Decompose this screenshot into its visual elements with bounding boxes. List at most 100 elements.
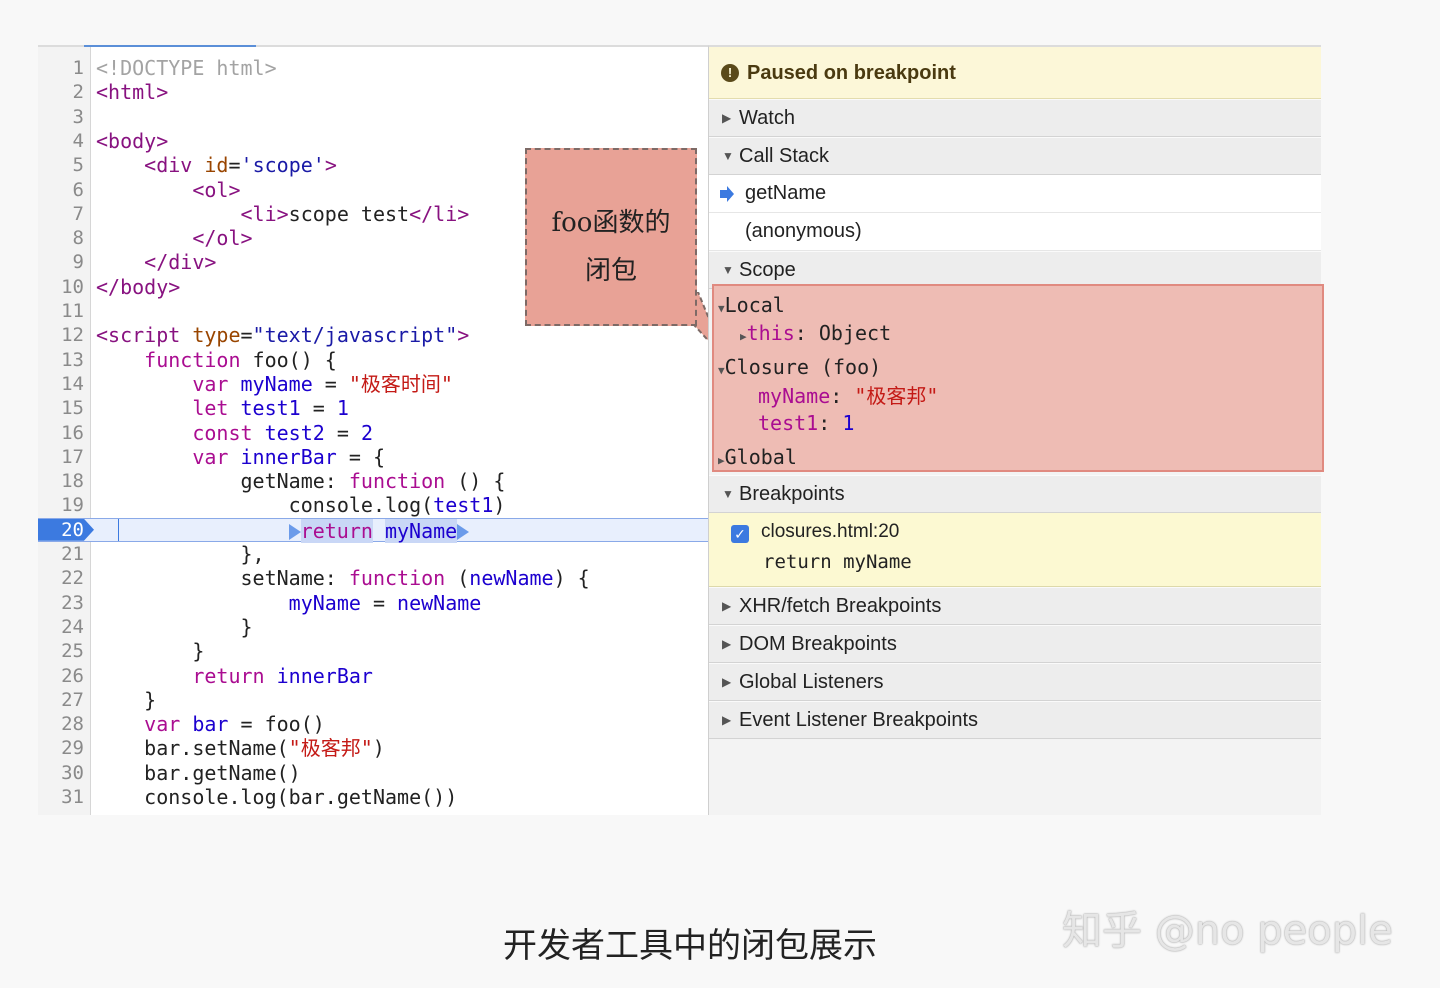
line-number[interactable]: 8 (38, 226, 84, 250)
scope-this[interactable]: ▶this: Object (740, 320, 891, 350)
line-number[interactable]: 18 (38, 469, 84, 493)
inline-breakpoint-icon[interactable] (288, 523, 301, 540)
this-value: Object (818, 321, 892, 345)
line-number[interactable]: 9 (38, 250, 84, 274)
inline-breakpoint-icon[interactable] (457, 523, 470, 540)
code-token: let (192, 396, 229, 421)
code-token: return (300, 518, 373, 543)
code-text: } (96, 639, 204, 663)
line-number[interactable]: 11 (38, 299, 84, 323)
line-number[interactable]: 1 (38, 56, 84, 80)
code-token: </ol> (192, 226, 253, 251)
breakpoints-section-header[interactable]: ▼ Breakpoints (709, 475, 1321, 513)
line-number[interactable]: 23 (38, 591, 84, 615)
code-text: </ol> (96, 226, 253, 251)
line-number[interactable]: 12 (38, 323, 84, 347)
test1-value: 1 (842, 411, 855, 435)
code-token: ( (445, 566, 470, 591)
line-number[interactable]: 14 (38, 372, 84, 396)
line-number[interactable]: 31 (38, 785, 84, 809)
code-token: <body> (96, 128, 169, 153)
code-line: 22 setName: function (newName) { (38, 566, 708, 590)
line-number[interactable]: 21 (38, 542, 84, 566)
code-token: } (96, 687, 157, 712)
line-number[interactable]: 6 (38, 178, 84, 202)
scope-local[interactable]: ▼Local (718, 292, 785, 322)
call-stack-section-header[interactable]: ▼ Call Stack (709, 137, 1321, 175)
line-number[interactable]: 25 (38, 639, 84, 663)
code-line: 12 <script type="text/javascript"> (38, 323, 708, 347)
call-stack-label: Call Stack (739, 145, 830, 167)
code-token: var (192, 371, 229, 396)
line-number[interactable]: 22 (38, 566, 84, 590)
local-label: Local (724, 293, 785, 317)
xhr-breakpoints-header[interactable]: ▶ XHR/fetch Breakpoints (709, 587, 1321, 625)
line-number[interactable]: 10 (38, 275, 84, 299)
code-token: innerBar (240, 444, 337, 469)
call-frame-getname[interactable]: getName (709, 175, 1321, 213)
breakpoint-checkbox[interactable]: ✓ (731, 525, 749, 543)
breakpoint-line-number[interactable]: 20 (38, 518, 94, 541)
code-token: > (324, 153, 337, 178)
scope-highlight: ▼Local ▶this: Object ▼Closure (foo) myNa… (712, 284, 1324, 472)
line-number[interactable]: 2 (38, 80, 84, 104)
code-token: } (96, 639, 205, 664)
line-number[interactable]: 27 (38, 688, 84, 712)
line-number[interactable]: 28 (38, 712, 84, 736)
code-text: console.log(bar.getName()) (96, 785, 457, 809)
code-token: <div (144, 153, 205, 178)
line-number[interactable]: 24 (38, 615, 84, 639)
line-number[interactable]: 15 (38, 396, 84, 420)
code-token: bar (192, 712, 229, 737)
call-frame-anonymous[interactable]: (anonymous) (709, 213, 1321, 251)
code-token: function (348, 566, 446, 591)
line-number[interactable]: 5 (38, 153, 84, 177)
code-token: = (300, 396, 337, 421)
code-text: </body> (96, 275, 180, 299)
myname-key: myName (758, 384, 831, 408)
code-text: </div> (96, 250, 216, 274)
scope-label: Scope (739, 259, 796, 281)
line-number[interactable]: 3 (38, 105, 84, 129)
code-text: function foo() { (96, 348, 337, 372)
myname-value: "极客邦" (854, 384, 939, 408)
event-listener-breakpoints-header[interactable]: ▶ Event Listener Breakpoints (709, 701, 1321, 739)
code-token: > (457, 323, 470, 348)
paused-text: Paused on breakpoint (747, 62, 956, 84)
code-text: <script type="text/javascript"> (96, 323, 469, 347)
line-number[interactable]: 13 (38, 348, 84, 372)
code-token: 1 (336, 396, 349, 421)
line-number[interactable]: 16 (38, 421, 84, 445)
scope-global[interactable]: ▶Global (718, 444, 797, 474)
global-listeners-header[interactable]: ▶ Global Listeners (709, 663, 1321, 701)
dom-breakpoints-header[interactable]: ▶ DOM Breakpoints (709, 625, 1321, 663)
line-number[interactable]: 19 (38, 493, 84, 517)
expand-triangle-icon: ▶ (718, 454, 725, 467)
code-token: () { (445, 469, 506, 494)
line-number[interactable]: 30 (38, 761, 84, 785)
line-number[interactable]: 29 (38, 736, 84, 760)
code-text: const test2 = 2 (96, 421, 373, 445)
code-line: 27 } (38, 688, 708, 712)
line-number[interactable]: 4 (38, 129, 84, 153)
watch-section-header[interactable]: ▶ Watch (709, 99, 1321, 137)
code-token: newName (397, 590, 482, 615)
collapse-triangle-icon: ▼ (718, 302, 725, 315)
line-number[interactable]: 7 (38, 202, 84, 226)
code-line: 28 var bar = foo() (38, 712, 708, 736)
code-token: return (192, 663, 265, 688)
scope-closure[interactable]: ▼Closure (foo) (718, 354, 881, 384)
code-line: 1 <!DOCTYPE html> (38, 56, 708, 80)
code-token: 'scope' (240, 153, 325, 178)
breakpoint-entry[interactable]: ✓ closures.html:20 return myName (709, 513, 1321, 587)
code-text: } (96, 688, 156, 712)
line-number[interactable]: 17 (38, 445, 84, 469)
expand-triangle-icon: ▶ (740, 330, 747, 343)
line-number[interactable]: 26 (38, 664, 84, 688)
